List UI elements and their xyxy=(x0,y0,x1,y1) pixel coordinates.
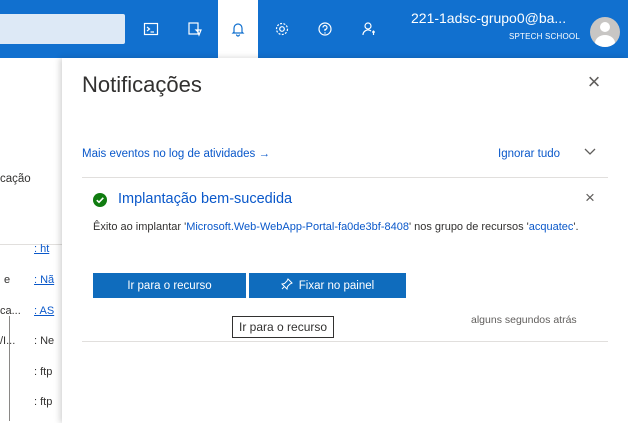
property-value: : Ne xyxy=(34,335,55,347)
property-value: : ftp xyxy=(34,396,53,408)
cloud-shell-icon[interactable] xyxy=(140,18,162,40)
notification-timestamp: alguns segundos atrás xyxy=(471,314,577,326)
tooltip: Ir para o recurso xyxy=(232,316,335,338)
help-question-icon[interactable] xyxy=(314,18,336,40)
property-label: e xyxy=(4,274,11,286)
notification-title[interactable]: Implantação bem-sucedida xyxy=(118,191,292,207)
section-divider xyxy=(0,244,62,245)
panel-title: Notificações xyxy=(82,72,202,97)
property-row[interactable]: : Nã xyxy=(34,274,54,286)
property-value[interactable]: : AS xyxy=(34,305,54,317)
notifications-bell-icon[interactable] xyxy=(227,18,249,40)
chevron-down-icon[interactable] xyxy=(583,144,597,161)
resource-group-link[interactable]: acquatec xyxy=(529,221,574,233)
property-row[interactable]: : ht xyxy=(34,243,49,255)
feedback-icon[interactable] xyxy=(358,18,380,40)
pin-icon xyxy=(280,278,293,293)
background-resource-page: cação : ht e : Nã ca... : AS /I... : Ne … xyxy=(0,58,62,423)
property-row[interactable]: : AS xyxy=(34,305,54,317)
left-border-line xyxy=(9,316,10,421)
button-label: Ir para o recurso xyxy=(127,279,212,292)
property-value[interactable]: : ht xyxy=(34,243,49,255)
button-label: Fixar no painel xyxy=(298,279,375,292)
avatar-body-shape xyxy=(595,35,615,47)
property-label: ca... xyxy=(0,305,21,317)
property-label: /I... xyxy=(0,335,16,347)
notifications-panel: Notificações × Mais eventos no log de at… xyxy=(62,58,628,423)
global-search-input[interactable] xyxy=(0,14,125,44)
activity-log-link[interactable]: Mais eventos no log de atividades → xyxy=(82,148,270,160)
account-email[interactable]: 221-1adsc-grupo0@ba... xyxy=(411,10,581,26)
settings-gear-icon[interactable] xyxy=(271,18,293,40)
property-value: : ftp xyxy=(34,366,53,378)
close-icon[interactable]: × xyxy=(585,188,595,207)
success-check-icon xyxy=(93,193,107,207)
go-to-resource-button[interactable]: Ir para o recurso xyxy=(93,273,246,298)
account-organization[interactable]: SPTECH SCHOOL xyxy=(480,32,580,41)
dismiss-all-button[interactable]: Ignorar tudo xyxy=(498,148,560,160)
message-text: '. xyxy=(573,221,579,233)
avatar[interactable] xyxy=(590,17,620,47)
divider xyxy=(82,177,608,178)
close-icon[interactable]: × xyxy=(588,69,601,94)
divider xyxy=(82,341,608,342)
notification-dismiss-button[interactable]: × xyxy=(585,188,595,208)
pin-to-dashboard-button[interactable]: Fixar no painel xyxy=(249,273,406,298)
directory-filter-icon[interactable] xyxy=(184,18,206,40)
top-navigation-bar: 221-1adsc-grupo0@ba... SPTECH SCHOOL xyxy=(0,0,628,58)
property-value[interactable]: : Nã xyxy=(34,274,54,286)
property-row: e xyxy=(4,274,10,286)
message-text: ' nos grupo de recursos ' xyxy=(408,221,529,233)
avatar-head-shape xyxy=(600,22,610,32)
resource-link[interactable]: Microsoft.Web-WebApp-Portal-fa0de3bf-840… xyxy=(186,221,409,233)
message-text: Êxito ao implantar ' xyxy=(93,221,187,233)
section-label-fragment: cação xyxy=(0,173,31,185)
close-panel-button[interactable]: × xyxy=(582,70,606,94)
notification-message: Êxito ao implantar 'Microsoft.Web-WebApp… xyxy=(93,218,593,236)
